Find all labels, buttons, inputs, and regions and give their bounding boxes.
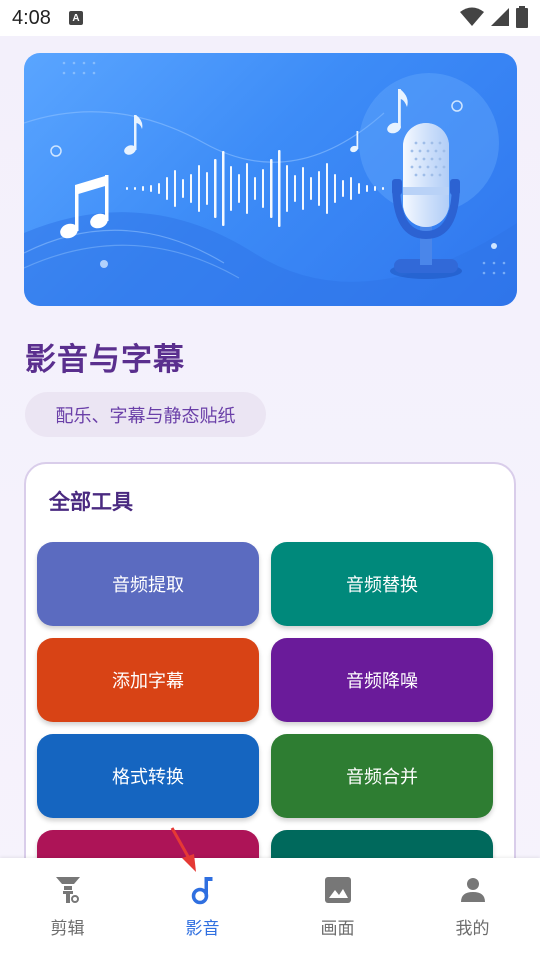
notification-icon: A — [68, 11, 83, 25]
pointer-arrow-icon — [170, 827, 196, 872]
status-bar: 4:08 A — [0, 0, 540, 36]
nav-label: 剪辑 — [50, 919, 85, 939]
tool-noise-reduction-button[interactable]: 音频降噪 — [271, 638, 493, 722]
tool-audio-replace-button[interactable]: 音频替换 — [271, 542, 493, 626]
battery-icon — [516, 6, 528, 28]
page-title: 影音与字幕 — [25, 342, 185, 378]
tool-label: 格式转换 — [112, 767, 184, 788]
status-time: 4:08 — [12, 6, 51, 29]
nav-label: 影音 — [185, 919, 220, 939]
person-icon — [457, 874, 489, 906]
bottom-nav: 剪辑 影音 画面 我的 — [0, 858, 540, 960]
status-icons — [460, 6, 528, 28]
nav-item-media[interactable]: 影音 — [135, 858, 270, 960]
image-icon — [322, 874, 354, 906]
nav-item-profile[interactable]: 我的 — [405, 858, 540, 960]
tools-title: 全部工具 — [49, 490, 133, 514]
cut-icon — [52, 874, 84, 906]
tool-add-subtitle-button[interactable]: 添加字幕 — [37, 638, 259, 722]
tool-label: 音频替换 — [346, 575, 418, 596]
hero-banner — [24, 53, 517, 306]
tool-label: 添加字幕 — [112, 671, 184, 692]
nav-label: 画面 — [320, 919, 355, 939]
nav-item-image[interactable]: 画面 — [270, 858, 405, 960]
nav-label: 我的 — [455, 919, 490, 939]
signal-icon — [491, 8, 509, 26]
wifi-icon — [460, 7, 484, 26]
music-note-icon — [187, 874, 219, 906]
sound-wave-icon — [126, 150, 384, 227]
tool-label: 音频提取 — [112, 575, 184, 596]
tool-format-convert-button[interactable]: 格式转换 — [37, 734, 259, 818]
subtitle-chip: 配乐、字幕与静态贴纸 — [25, 392, 266, 437]
tool-audio-extract-button[interactable]: 音频提取 — [37, 542, 259, 626]
tool-audio-merge-button[interactable]: 音频合并 — [271, 734, 493, 818]
tool-label: 音频合并 — [346, 767, 418, 788]
nav-item-edit[interactable]: 剪辑 — [0, 858, 135, 960]
tool-label: 音频降噪 — [346, 671, 418, 692]
